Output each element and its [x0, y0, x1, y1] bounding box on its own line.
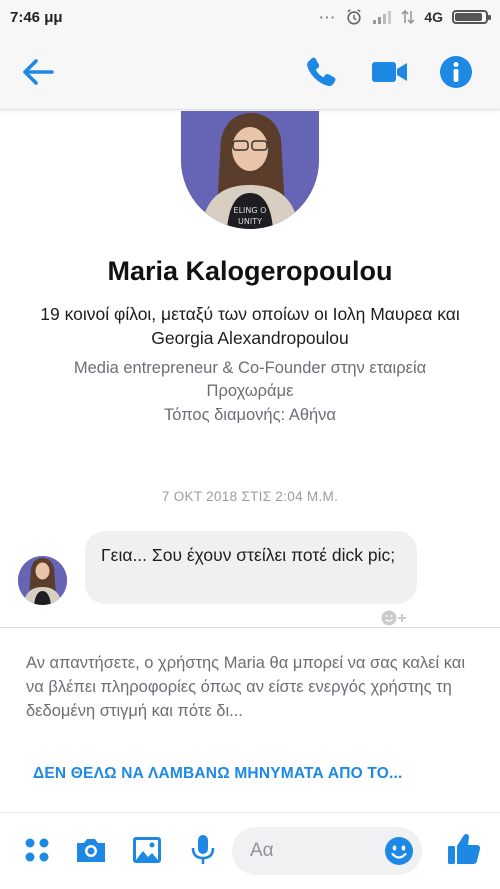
conversation-header: [0, 34, 500, 110]
signal-icon: [373, 11, 392, 24]
status-time: 7:46 μμ: [10, 8, 63, 26]
add-reaction-icon[interactable]: [380, 609, 410, 627]
profile-work: Media entrepreneur & Co-Founder στην ετα…: [73, 359, 427, 400]
grid-menu-icon[interactable]: [20, 833, 54, 867]
message-input-placeholder: Αα: [250, 840, 274, 861]
message-request-notice: Αν απαντήσετε, ο χρήστης Maria θα μπορεί…: [26, 654, 465, 720]
profile-home: Τόπος διαμονής: Αθήνα: [164, 406, 336, 424]
block-messages-link[interactable]: ΔΕΝ ΘΕΛΩ ΝΑ ΛΑΜΒΑΝΩ ΜΗΝΥΜΑΤΑ ΑΠΟ ΤΟ...: [33, 765, 473, 783]
gallery-icon[interactable]: [130, 833, 164, 867]
message-text: Γεια... Σου έχουν στείλει ποτέ dick pic;: [101, 545, 396, 565]
svg-text:ELING O: ELING O: [234, 206, 267, 215]
status-bar: 7:46 μμ ··· 4G: [0, 0, 500, 34]
microphone-icon[interactable]: [186, 833, 220, 867]
thumbs-up-icon[interactable]: [446, 831, 482, 867]
message-composer: Αα: [0, 812, 500, 889]
profile-name: Maria Kalogeropoulou: [107, 256, 393, 286]
message-bubble[interactable]: Γεια... Σου έχουν στείλει ποτέ dick pic;: [85, 531, 417, 604]
message-input[interactable]: Αα: [232, 827, 422, 875]
profile-avatar[interactable]: ELING O UNITY: [181, 111, 319, 229]
divider: [0, 627, 500, 628]
network-type: 4G: [424, 9, 443, 25]
alarm-icon: [347, 9, 362, 25]
battery-icon: [452, 10, 491, 24]
more-dots-icon: ···: [319, 9, 337, 25]
status-icons: ··· 4G: [319, 8, 491, 26]
message-timestamp: 7 ΟΚΤ 2018 ΣΤΙΣ 2:04 Μ.Μ.: [161, 489, 339, 504]
camera-icon[interactable]: [74, 833, 108, 867]
data-transfer-icon: [401, 9, 415, 25]
svg-text:UNITY: UNITY: [238, 217, 262, 226]
arrow-left-icon[interactable]: [18, 54, 58, 90]
sender-avatar[interactable]: [18, 556, 67, 605]
info-icon[interactable]: [438, 54, 474, 90]
mutual-friends: 19 κοινοί φίλοι, μεταξύ των οποίων οι Ιο…: [40, 304, 460, 348]
video-camera-icon[interactable]: [370, 54, 410, 90]
emoji-icon[interactable]: [384, 836, 414, 866]
phone-icon[interactable]: [303, 54, 339, 90]
